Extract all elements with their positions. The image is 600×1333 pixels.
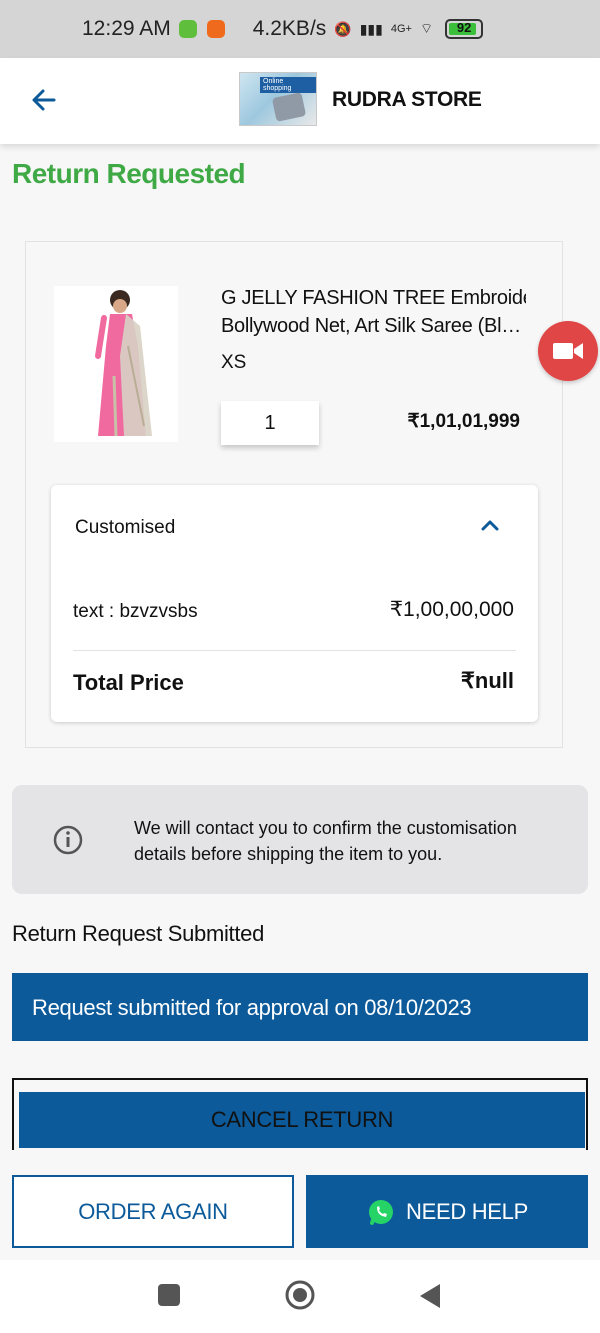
logo-graphic xyxy=(271,92,307,122)
network-speed: 4.2KB/s xyxy=(252,17,327,40)
system-navigation-bar xyxy=(0,1260,600,1333)
store-logo-tag: Online shopping xyxy=(260,77,316,93)
mute-icon: 🔕 xyxy=(334,20,352,37)
order-status-title: Return Requested xyxy=(12,158,246,189)
product-size: XS xyxy=(221,352,247,373)
customisation-info-box: We will contact you to confirm the custo… xyxy=(12,785,588,894)
need-help-button[interactable]: NEED HELP xyxy=(306,1175,588,1248)
recent-apps-button[interactable] xyxy=(158,1284,180,1306)
quantity-box[interactable]: 1 xyxy=(221,401,319,445)
signal-icon: ▮▮▮ xyxy=(359,20,383,37)
wifi-icon: ⌔ xyxy=(419,20,434,36)
status-time: 12:29 AM xyxy=(82,17,171,40)
collapse-customisation-button[interactable] xyxy=(478,513,502,537)
customisation-text-price: ₹1,00,00,000 xyxy=(389,598,514,621)
product-image[interactable] xyxy=(54,286,178,442)
battery-level: 92 xyxy=(456,20,472,35)
cancel-return-container: CANCEL RETURN xyxy=(12,1078,588,1150)
customisation-heading: Customised xyxy=(75,517,176,538)
network-type: 4G+ xyxy=(390,23,412,35)
total-price-label: Total Price xyxy=(73,670,184,695)
cancel-return-label: CANCEL RETURN xyxy=(210,1107,394,1132)
video-camera-icon xyxy=(553,343,583,359)
product-name-line2: Bollywood Net, Art Silk Saree (Black... xyxy=(221,315,526,337)
need-help-label: NEED HELP xyxy=(405,1198,528,1224)
store-name: RUDRA STORE xyxy=(332,88,482,111)
chevron-up-icon xyxy=(481,520,499,531)
back-arrow-icon xyxy=(32,89,56,111)
home-button[interactable] xyxy=(284,1279,316,1311)
back-button[interactable] xyxy=(24,80,64,120)
customisation-card: Customised text : bzvzvsbs ₹1,00,00,000 … xyxy=(51,485,538,722)
status-bar: 12:29 AM 4.2KB/s 🔕 ▮▮▮ 4G+ ⌔ 92 xyxy=(0,0,600,58)
battery-icon: 92 xyxy=(445,19,484,39)
app-bar: Online shopping RUDRA STORE xyxy=(0,58,600,144)
product-card: G JELLY FASHION TREE Embroidered Bollywo… xyxy=(25,241,563,748)
quantity-value: 1 xyxy=(264,411,276,434)
approval-status-banner: Request submitted for approval on 08/10/… xyxy=(12,973,588,1041)
saree-model-image xyxy=(95,290,152,437)
customisation-text-label: text : bzvzvsbs xyxy=(73,601,198,622)
return-section-title: Return Request Submitted xyxy=(12,921,265,946)
product-name[interactable]: G JELLY FASHION TREE Embroidered Bollywo… xyxy=(221,284,526,340)
screen-record-button[interactable] xyxy=(538,321,598,381)
product-name-line1: G JELLY FASHION TREE Embroidered xyxy=(221,287,526,309)
camera-app-notification-icon xyxy=(206,20,225,38)
store-logo: Online shopping xyxy=(239,72,317,126)
app-notification-icon xyxy=(178,20,197,38)
order-again-button[interactable]: ORDER AGAIN xyxy=(12,1175,294,1248)
product-price: ₹1,01,01,999 xyxy=(407,411,520,432)
system-back-button[interactable] xyxy=(418,1282,442,1310)
info-message: We will contact you to confirm the custo… xyxy=(134,818,517,864)
info-icon xyxy=(53,825,83,855)
divider xyxy=(73,650,516,651)
order-again-label: ORDER AGAIN xyxy=(78,1198,228,1224)
whatsapp-icon xyxy=(368,1199,393,1225)
cancel-return-button[interactable]: CANCEL RETURN xyxy=(19,1092,585,1148)
bottom-action-bar: ORDER AGAIN NEED HELP xyxy=(0,1152,600,1260)
total-price-value: ₹null xyxy=(460,668,514,693)
